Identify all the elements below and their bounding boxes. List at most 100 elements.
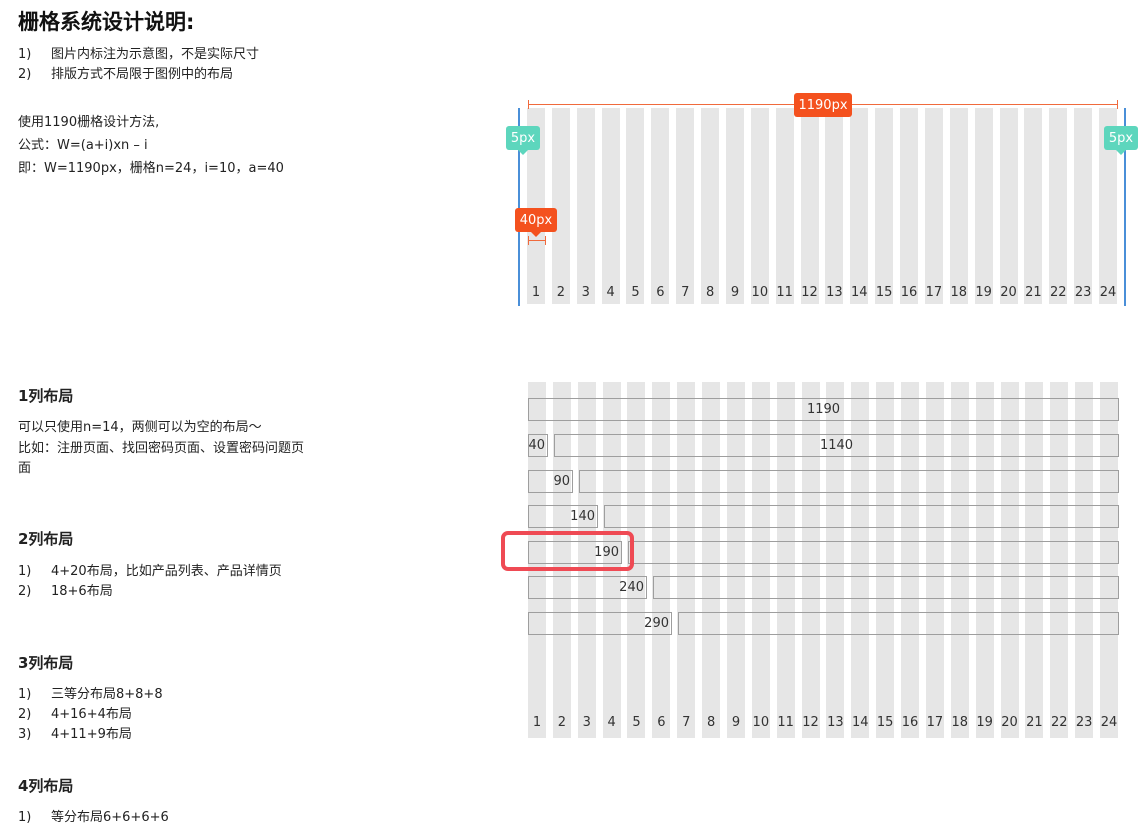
top-grid-column-label: 21 <box>1025 285 1042 300</box>
section-3col-item-2: 2) 4+16+4布局 <box>18 705 132 725</box>
top-grid-column-label: 12 <box>801 285 818 300</box>
top-grid-column <box>626 108 645 304</box>
list-text: 三等分布局8+8+8 <box>51 687 163 702</box>
section-2col-item-1: 1) 4+20布局，比如产品列表、产品详情页 <box>18 562 282 582</box>
top-grid-column <box>900 108 919 304</box>
top-grid-column <box>850 108 869 304</box>
bottom-grid-column-label: 8 <box>706 715 716 730</box>
bottom-grid-column-label: 5 <box>632 715 641 730</box>
section-4col-item-1: 1) 等分布局6+6+6+6 <box>18 808 169 828</box>
top-grid-column <box>1049 108 1068 304</box>
top-grid-column <box>701 108 720 304</box>
bottom-grid-column-label: 1 <box>532 715 542 730</box>
layout-bar-left: 40 <box>528 434 548 457</box>
bottom-grid-column-label: 12 <box>802 715 819 730</box>
top-grid-column <box>551 108 570 304</box>
section-1col-line-2: 比如：注册页面、找回密码页面、设置密码问题页 <box>18 441 305 456</box>
layout-bar-left: 90 <box>528 470 573 493</box>
top-grid-column <box>825 108 844 304</box>
layout-bar-left: 140 <box>528 505 598 528</box>
bottom-grid-column-label: 2 <box>557 715 566 730</box>
bottom-grid-column-label: 21 <box>1026 715 1043 730</box>
section-3col-heading: 3列布局 <box>18 654 74 672</box>
section-1col-line-1: 可以只使用n=14，两侧可以为空的布局～ <box>18 420 262 435</box>
section-1col-line-3: 面 <box>18 461 32 476</box>
list-number: 2) <box>18 584 32 599</box>
top-grid-column-label: 14 <box>851 285 868 300</box>
layout-bar-right <box>653 576 1119 599</box>
top-grid-column-label: 19 <box>975 285 992 300</box>
top-grid-column <box>750 108 769 304</box>
bottom-grid-column-label: 18 <box>951 715 969 730</box>
top-grid-column-label: 10 <box>751 285 769 300</box>
total-width-badge: 1190px <box>794 93 852 117</box>
right-margin-badge: 5px <box>1104 126 1138 150</box>
bottom-grid-column-label: 16 <box>901 715 919 730</box>
bottom-grid-column-label: 24 <box>1100 715 1118 730</box>
bottom-grid-column-label: 20 <box>1001 715 1018 730</box>
top-grid-column-label: 8 <box>705 285 715 300</box>
top-grid-column-label: 16 <box>900 285 918 300</box>
column-width-left-tick <box>528 236 529 245</box>
section-2col-heading: 2列布局 <box>18 530 74 548</box>
top-grid-column-label: 22 <box>1049 285 1067 300</box>
layout-bar-right <box>678 612 1119 635</box>
top-grid-column-label: 18 <box>950 285 968 300</box>
top-grid-column-label: 2 <box>556 285 565 300</box>
layout-bar-right: 1140 <box>554 434 1119 457</box>
column-width-pointer <box>531 232 541 237</box>
column-width-right-tick <box>545 236 546 245</box>
bottom-grid-column-label: 22 <box>1050 715 1068 730</box>
list-text: 4+16+4布局 <box>51 707 132 722</box>
top-grid-column-label: 9 <box>730 285 740 300</box>
bottom-grid-column-label: 19 <box>976 715 993 730</box>
top-grid-column <box>949 108 968 304</box>
list-number: 2) <box>18 707 32 722</box>
section-3col-item-1: 1) 三等分布局8+8+8 <box>18 685 163 705</box>
total-width-left-tick <box>528 100 529 109</box>
layout-bar-right <box>604 505 1119 528</box>
list-text: 4+11+9布局 <box>51 727 132 742</box>
bottom-grid-column-label: 23 <box>1075 715 1093 730</box>
layout-bar-left: 240 <box>528 576 647 599</box>
bottom-grid-column-label: 4 <box>607 715 616 730</box>
total-width-right-tick <box>1117 100 1118 109</box>
highlight-box-190 <box>501 531 634 571</box>
bottom-grid-column-label: 7 <box>682 715 691 730</box>
left-margin-pointer <box>518 150 528 155</box>
column-width-dimension-line <box>528 240 546 241</box>
list-number: 1) <box>18 564 32 579</box>
bottom-grid-column-label: 10 <box>752 715 770 730</box>
list-text: 等分布局6+6+6+6 <box>51 810 169 825</box>
layout-bar-right <box>579 470 1119 493</box>
top-grid-column <box>999 108 1018 304</box>
top-grid-column-label: 11 <box>776 285 793 300</box>
top-grid-column-label: 6 <box>656 285 665 300</box>
top-grid-column <box>775 108 794 304</box>
bottom-grid-column-label: 9 <box>731 715 741 730</box>
top-grid-column-label: 13 <box>826 285 843 300</box>
top-grid-column-label: 15 <box>875 285 893 300</box>
top-grid-column <box>1024 108 1043 304</box>
top-grid-column-label: 1 <box>531 285 541 300</box>
top-grid-column-label: 7 <box>681 285 690 300</box>
top-grid-column <box>924 108 943 304</box>
top-grid-column <box>875 108 894 304</box>
top-grid-column-label: 17 <box>925 285 943 300</box>
top-grid-column <box>1074 108 1093 304</box>
layout-bar-left: 290 <box>528 612 672 635</box>
top-grid-diagram: 1 2 3 4 5 6 7 8 9 10 11 12 13 14 15 16 17 18 19 20 21 22 23 24 <box>0 0 1146 320</box>
section-2col-item-2: 2) 18+6布局 <box>18 582 113 602</box>
top-grid-column-label: 20 <box>1000 285 1017 300</box>
list-number: 1) <box>18 687 32 702</box>
top-grid-column-label: 23 <box>1074 285 1092 300</box>
layout-bar-full: 1190 <box>528 398 1119 421</box>
left-margin-badge: 5px <box>506 126 540 150</box>
top-grid-column <box>974 108 993 304</box>
top-grid-column <box>576 108 595 304</box>
top-grid-column <box>601 108 620 304</box>
bottom-grid-column-label: 17 <box>926 715 944 730</box>
section-3col-item-3: 3) 4+11+9布局 <box>18 725 132 745</box>
bottom-grid-column-label: 15 <box>876 715 894 730</box>
layout-bar-right <box>628 541 1119 564</box>
